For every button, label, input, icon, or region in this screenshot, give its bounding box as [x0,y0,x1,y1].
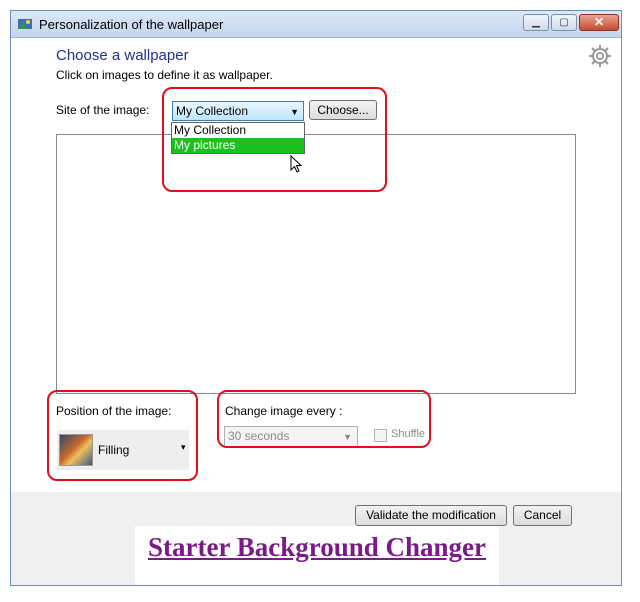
minimize-button[interactable]: ▁ [523,14,549,31]
change-interval-label: Change image every : [225,404,343,418]
position-value: Filling [98,443,130,457]
dropdown-arrow-icon: ▼ [343,432,352,442]
wallpaper-thumbnail [59,434,93,466]
site-label: Site of the image: [56,103,150,117]
close-button[interactable]: ✕ [579,14,619,31]
app-icon [18,19,32,29]
title-bar[interactable]: Personalization of the wallpaper ▁ ▢ ✕ [11,11,621,38]
page-heading: Choose a wallpaper [56,47,189,64]
content-area: Choose a wallpaper Click on images to de… [11,38,621,492]
validate-button[interactable]: Validate the modification [355,505,507,526]
watermark-banner: Starter Background Changer [135,526,499,585]
shuffle-checkbox[interactable] [374,429,387,442]
interval-select: 30 seconds ▼ [224,426,358,447]
site-option-my-pictures[interactable]: My pictures [172,138,304,153]
wallpaper-dialog: Personalization of the wallpaper ▁ ▢ ✕ C… [10,10,622,586]
shuffle-label: Shuffle [391,428,426,440]
banner-title: Starter Background Changer [147,532,486,562]
interval-value: 30 seconds [228,429,290,443]
cursor-icon [290,155,302,173]
site-option-my-collection[interactable]: My Collection [172,123,304,138]
choose-button[interactable]: Choose... [309,100,377,120]
dropdown-arrow-icon: ▼ [290,107,299,117]
position-label: Position of the image: [56,404,172,418]
position-select[interactable]: Filling ▾ [57,430,189,470]
cancel-button[interactable]: Cancel [513,505,572,526]
maximize-button[interactable]: ▢ [551,14,577,31]
site-select[interactable]: My Collection ▼ [172,101,304,121]
image-gallery[interactable] [56,134,576,394]
gear-icon[interactable] [587,43,613,69]
site-select-value: My Collection [176,104,249,118]
window-title: Personalization of the wallpaper [39,17,224,32]
site-dropdown-list: My Collection My pictures [171,122,305,154]
page-instructions: Click on images to define it as wallpape… [56,68,273,82]
dropdown-arrow-icon: ▾ [181,442,186,452]
